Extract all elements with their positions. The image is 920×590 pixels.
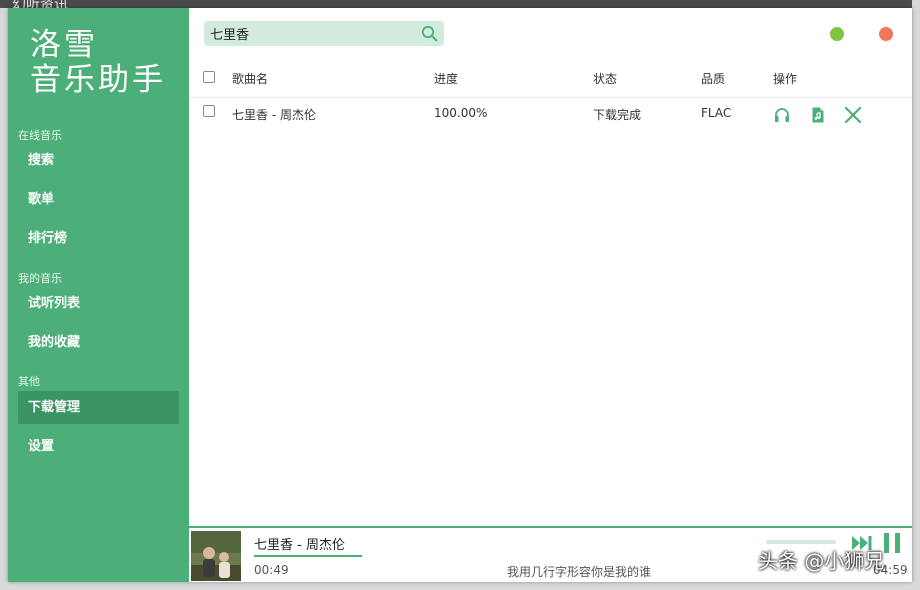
row-quality: FLAC (701, 106, 732, 120)
sidebar-item-settings[interactable]: 设置 (18, 430, 179, 463)
lyric-line: 我用几行字形容你是我的谁 (507, 565, 652, 579)
sidebar-item-listen-list[interactable]: 试听列表 (18, 287, 179, 320)
row-status: 下载完成 (593, 108, 642, 122)
volume-slider[interactable] (766, 540, 836, 544)
app-logo: 洛雪 音乐助手 (30, 28, 166, 98)
current-time: 00:49 (254, 563, 289, 577)
column-header-actions: 操作 (773, 72, 798, 86)
close-button[interactable] (879, 27, 893, 41)
column-header-title: 歌曲名 (232, 72, 269, 86)
watermark: 头条 @小狮兄 (758, 549, 885, 573)
minimize-button[interactable] (830, 27, 844, 41)
sidebar-item-playlists[interactable]: 歌单 (18, 183, 179, 216)
music-file-icon[interactable] (809, 106, 827, 124)
nav-section-my-music: 我的音乐 (18, 272, 62, 285)
main-content: 歌曲名 进度 状态 品质 操作 七里香 - 周杰伦 100.00% 下载完成 F… (189, 8, 912, 528)
table-header: 歌曲名 进度 状态 品质 操作 (189, 68, 912, 98)
nav-section-online-music: 在线音乐 (18, 129, 62, 142)
pause-icon[interactable] (882, 532, 902, 554)
now-playing-title: 七里香 - 周杰伦 (254, 538, 345, 553)
sidebar-item-favorites[interactable]: 我的收藏 (18, 326, 179, 359)
desktop-top-bar (0, 0, 920, 8)
column-header-status: 状态 (593, 72, 618, 86)
sidebar-item-charts[interactable]: 排行榜 (18, 222, 179, 255)
table-row[interactable]: 七里香 - 周杰伦 100.00% 下载完成 FLAC (189, 98, 912, 130)
search-icon[interactable] (421, 25, 438, 42)
row-title: 七里香 - 周杰伦 (232, 108, 316, 122)
delete-icon[interactable] (844, 106, 862, 124)
row-checkbox[interactable] (203, 105, 215, 117)
search-box (204, 21, 444, 46)
column-header-progress: 进度 (434, 72, 459, 86)
select-all-checkbox[interactable] (203, 71, 215, 83)
sidebar: 洛雪 音乐助手 在线音乐 搜索 歌单 排行榜 我的音乐 试听列表 我的收藏 其他… (8, 8, 189, 582)
search-input[interactable] (210, 24, 410, 43)
app-window: 洛雪 音乐助手 在线音乐 搜索 歌单 排行榜 我的音乐 试听列表 我的收藏 其他… (8, 8, 912, 582)
sidebar-item-search[interactable]: 搜索 (18, 144, 179, 177)
headphones-icon[interactable] (773, 106, 791, 124)
logo-line-2: 音乐助手 (30, 62, 166, 98)
row-progress: 100.00% (434, 106, 488, 120)
desktop-right-edge (912, 0, 920, 590)
column-header-quality: 品质 (701, 72, 726, 86)
title-underline (254, 555, 362, 557)
sidebar-item-download-manager[interactable]: 下载管理 (18, 391, 179, 424)
nav-section-other: 其他 (18, 375, 40, 388)
desktop-left-edge (0, 8, 8, 590)
desktop-bottom-edge (0, 582, 920, 590)
album-cover[interactable] (191, 531, 241, 581)
logo-line-1: 洛雪 (30, 27, 98, 63)
